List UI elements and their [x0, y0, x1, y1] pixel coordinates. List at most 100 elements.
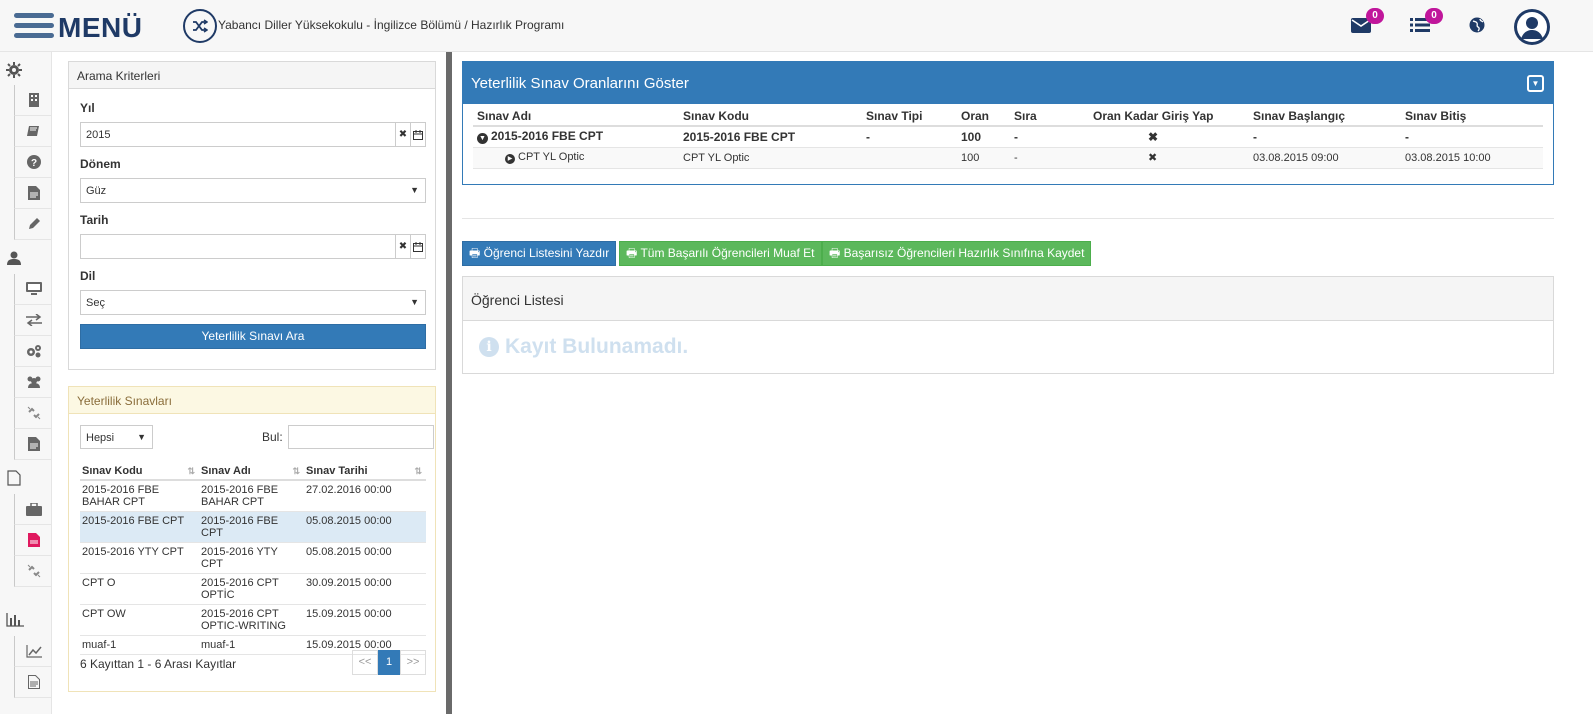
next-page-button[interactable]: >>: [400, 650, 426, 675]
top-bar: MENÜ Yabancı Diller Yüksekokulu - İngili…: [0, 0, 1593, 52]
exempt-successful-students-button[interactable]: 🖶 Tüm Başarılı Öğrencileri Muaf Et: [619, 241, 822, 266]
rate-value-cell: 100: [957, 147, 1010, 169]
rate-code-cell: 2015-2016 FBE CPT: [679, 126, 862, 148]
table-row[interactable]: CPT OW 2015-2016 CPT OPTIC-WRITING 15.09…: [80, 604, 426, 636]
panel-divider[interactable]: [446, 52, 452, 714]
prev-page-button[interactable]: <<: [352, 650, 378, 675]
menu-label[interactable]: MENÜ: [58, 12, 142, 44]
exam-name-cell: 2015-2016 CPT OPTİC: [199, 573, 304, 605]
list-badge: 0: [1425, 8, 1443, 24]
language-select[interactable]: Seç ▼: [80, 290, 426, 315]
calendar-icon[interactable]: [410, 235, 425, 258]
language-value: Seç: [86, 297, 105, 309]
briefcase-icon[interactable]: [14, 494, 52, 525]
rate-order-cell: -: [1010, 126, 1089, 148]
no-record-message: i Kayıt Bulunamadı.: [479, 335, 688, 359]
table-row[interactable]: 2015-2016 YTY CPT 2015-2016 YTY CPT 05.0…: [80, 542, 426, 574]
sort-icon[interactable]: ⇅: [414, 466, 422, 477]
exam-date-cell: 15.09.2015 00:00: [304, 604, 426, 636]
term-select[interactable]: Güz ▼: [80, 178, 426, 203]
globe-icon[interactable]: [1466, 14, 1488, 36]
print-student-list-button[interactable]: 🖶 Öğrenci Listesini Yazdır: [462, 241, 617, 266]
search-exam-button[interactable]: Yeterlilik Sınavı Ara: [80, 324, 426, 349]
pencil-icon[interactable]: [14, 209, 52, 240]
clear-icon[interactable]: ✖: [395, 123, 410, 146]
search-criteria-panel: Arama Kriterleri Yıl 2015 ✖ Dönem Güz ▼ …: [68, 61, 436, 370]
table-row[interactable]: ▼ 2015-2016 FBE CPT 2015-2016 FBE CPT - 1…: [473, 126, 1543, 148]
find-input[interactable]: [288, 425, 434, 449]
exam-name-cell: 2015-2016 FBE BAHAR CPT: [199, 480, 304, 512]
date-input[interactable]: ✖: [80, 234, 426, 259]
bar-chart-icon[interactable]: [0, 604, 30, 635]
year-input[interactable]: 2015 ✖: [80, 122, 426, 147]
column-header: Sınav Tipi: [862, 106, 957, 127]
calendar-icon[interactable]: [410, 123, 425, 146]
table-row[interactable]: 2015-2016 FBE BAHAR CPT 2015-2016 FBE BA…: [80, 480, 426, 512]
exam-code-cell: 2015-2016 YTY CPT: [80, 542, 199, 574]
sort-icon[interactable]: ⇅: [292, 466, 300, 477]
collapse-icon[interactable]: ▼: [1527, 75, 1544, 92]
hamburger-menu-icon[interactable]: [14, 13, 54, 41]
icon-sidebar: ?: [0, 52, 52, 714]
filter-value: Hepsi: [86, 432, 115, 444]
gears-icon[interactable]: [14, 336, 52, 367]
users-icon[interactable]: [14, 367, 52, 398]
info-icon: i: [479, 337, 499, 357]
rate-value-cell: 100: [957, 126, 1010, 148]
rate-end-cell: 03.08.2015 10:00: [1401, 147, 1543, 169]
shuffle-icon[interactable]: [183, 9, 217, 43]
table-row-selected[interactable]: 2015-2016 FBE CPT 2015-2016 FBE CPT 05.0…: [80, 511, 426, 543]
list-icon[interactable]: 0: [1409, 8, 1443, 36]
chevron-down-icon: ▼: [137, 432, 146, 442]
unlink-icon[interactable]: [14, 398, 52, 429]
column-header: Sıra: [1010, 106, 1089, 127]
file-pdf-icon[interactable]: [14, 525, 52, 556]
file-outline-icon[interactable]: [0, 462, 28, 493]
rate-type-cell: [862, 147, 957, 169]
building-icon[interactable]: [14, 85, 52, 116]
column-header: Sınav Adı: [473, 106, 679, 127]
table-row[interactable]: ▶ CPT YL Optic CPT YL Optic 100 - ✖ 03.08…: [473, 147, 1543, 169]
column-header: Sınav Bitiş: [1401, 106, 1543, 127]
question-icon[interactable]: ?: [14, 147, 52, 178]
exams-panel-title: Yeterlilik Sınavları: [69, 387, 435, 414]
column-header: Oran Kadar Giriş Yap: [1089, 106, 1249, 127]
filter-select[interactable]: Hepsi ▼: [80, 425, 153, 449]
book-icon[interactable]: [14, 116, 52, 147]
rate-end-cell: -: [1401, 126, 1543, 148]
gear-icon[interactable]: [0, 54, 28, 85]
monitor-icon[interactable]: [14, 274, 52, 305]
current-page-button[interactable]: 1: [378, 650, 400, 675]
exam-rates-table: Sınav Adı Sınav Kodu Sınav Tipi Oran Sır…: [473, 106, 1543, 169]
file-icon[interactable]: [14, 178, 52, 209]
unlink-icon[interactable]: [14, 556, 52, 587]
document-icon[interactable]: [14, 667, 52, 698]
line-chart-icon[interactable]: [14, 636, 52, 667]
language-label: Dil: [80, 269, 96, 283]
rate-order-cell: -: [1010, 147, 1089, 169]
column-header: Sınav Kodu: [679, 106, 862, 127]
exam-date-cell: 30.09.2015 00:00: [304, 573, 426, 605]
mail-icon[interactable]: 0: [1350, 8, 1384, 36]
date-label: Tarih: [80, 213, 109, 227]
exam-code-cell: CPT O: [80, 573, 199, 605]
enroll-failed-students-button[interactable]: 🖶 Başarısız Öğrencileri Hazırlık Sınıfın…: [822, 241, 1092, 266]
clear-icon[interactable]: ✖: [395, 235, 410, 258]
sort-icon[interactable]: ⇅: [187, 466, 195, 477]
exam-name-cell: 2015-2016 CPT OPTIC-WRITING: [199, 604, 304, 636]
expand-circle-icon[interactable]: ▼: [477, 133, 488, 145]
column-header-name[interactable]: Sınav Adı ⇅: [199, 462, 304, 481]
user-avatar[interactable]: [1514, 9, 1550, 45]
records-summary: 6 Kayıttan 1 - 6 Arası Kayıtlar: [80, 657, 237, 671]
transfer-icon[interactable]: [14, 305, 52, 336]
exam-code-cell: 2015-2016 FBE BAHAR CPT: [80, 480, 199, 512]
chevron-right-circle-icon[interactable]: ▶: [505, 154, 515, 164]
table-row[interactable]: CPT O 2015-2016 CPT OPTİC 30.09.2015 00:…: [80, 573, 426, 605]
rate-start-cell: 03.08.2015 09:00: [1249, 147, 1401, 169]
file-text-icon[interactable]: [14, 429, 52, 460]
column-header-date[interactable]: Sınav Tarihi ⇅: [304, 462, 426, 481]
divider: [462, 218, 1554, 219]
column-header-code[interactable]: Sınav Kodu ⇅: [80, 462, 199, 481]
user-icon[interactable]: [0, 242, 28, 273]
mail-badge: 0: [1366, 8, 1384, 24]
